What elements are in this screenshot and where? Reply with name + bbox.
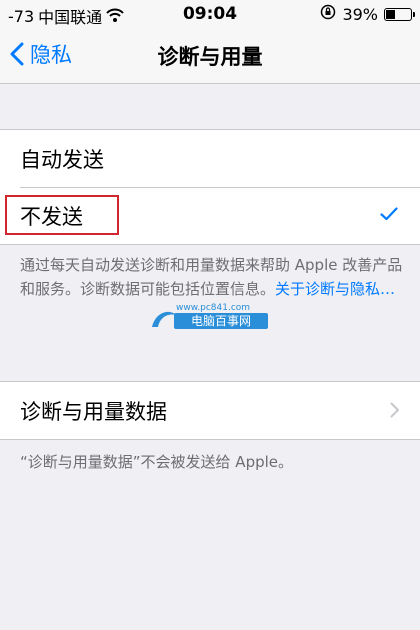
option-label: 自动发送: [20, 147, 104, 172]
highlight-box: [5, 195, 119, 235]
navigation-bar: 隐私 诊断与用量: [0, 28, 420, 84]
battery-level: [386, 9, 395, 19]
diagnostics-data-group: 诊断与用量数据: [0, 381, 420, 440]
option-auto-send[interactable]: 自动发送: [0, 130, 420, 187]
chevron-right-icon: [390, 402, 399, 418]
row-label: 诊断与用量数据: [20, 399, 167, 424]
orientation-lock-icon: [320, 4, 336, 24]
description-footer: 通过每天自动发送诊断和用量数据来帮助 Apple 改善产品和服务。诊断数据可能包…: [20, 253, 404, 301]
status-bar: -73 中国联通 09:04 39%: [0, 0, 420, 28]
privacy-link[interactable]: 关于诊断与隐私…: [275, 280, 395, 298]
battery-percent: 39%: [342, 4, 378, 24]
watermark: www.pc841.com 电脑百事网: [150, 303, 270, 333]
send-options-group: 自动发送 不发送: [0, 129, 420, 245]
option-dont-send[interactable]: 不发送: [0, 187, 420, 244]
watermark-url: www.pc841.com: [176, 303, 251, 313]
battery-icon: [384, 7, 415, 21]
checkmark-icon: [380, 207, 398, 221]
watermark-name: 电脑百事网: [174, 313, 268, 329]
status-right: 39%: [320, 4, 415, 24]
page-title: 诊断与用量: [157, 45, 263, 69]
data-footer: “诊断与用量数据”不会被发送给 Apple。: [20, 453, 294, 471]
diagnostics-data-row[interactable]: 诊断与用量数据: [0, 382, 420, 439]
